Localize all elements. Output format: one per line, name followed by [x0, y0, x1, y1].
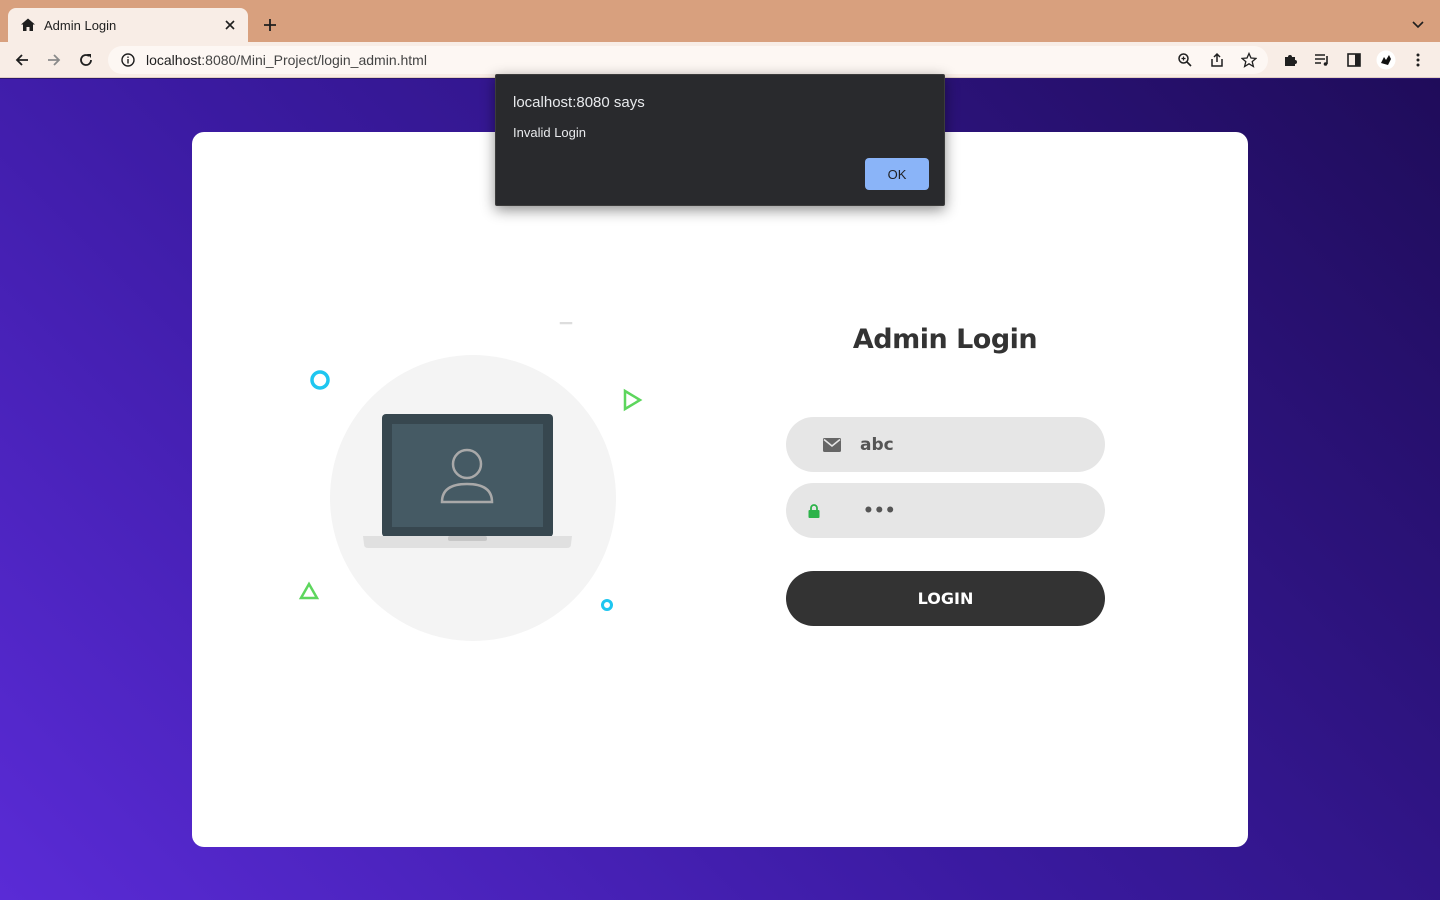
dialog-title: localhost:8080 says [513, 94, 645, 111]
new-tab-icon[interactable] [258, 13, 282, 37]
close-tab-icon[interactable] [222, 17, 238, 33]
ring-decoration [310, 370, 330, 390]
zoom-icon[interactable] [1174, 50, 1196, 70]
chevron-down-icon[interactable] [1406, 13, 1430, 37]
lock-icon [786, 503, 829, 518]
back-icon[interactable] [10, 48, 34, 72]
page-title: Admin Login [852, 324, 1038, 355]
login-card: Admin Login LOGIN [192, 132, 1248, 847]
laptop-illustration [282, 322, 662, 672]
extensions-icon[interactable] [1278, 48, 1302, 72]
triangle-decoration [623, 388, 643, 412]
home-icon [20, 17, 36, 33]
email-input[interactable] [846, 417, 1105, 472]
email-field[interactable] [786, 417, 1105, 472]
square-decoration [559, 322, 573, 325]
tab-title: Admin Login [44, 17, 117, 33]
envelope-icon [786, 437, 846, 452]
menu-icon[interactable] [1406, 48, 1430, 72]
info-icon[interactable] [120, 52, 136, 68]
sidepanel-icon[interactable] [1342, 48, 1366, 72]
password-field[interactable] [786, 483, 1105, 538]
url-host: localhost [146, 52, 202, 68]
small-ring-decoration [601, 599, 613, 611]
password-input[interactable] [829, 483, 1105, 538]
triangle-decoration-2 [298, 581, 320, 600]
dialog-message: Invalid Login [513, 125, 586, 140]
profile-icon[interactable] [1374, 48, 1398, 72]
tab-admin-login[interactable]: Admin Login [8, 8, 248, 42]
ok-button[interactable]: OK [865, 158, 929, 190]
login-button[interactable]: LOGIN [786, 571, 1105, 626]
alert-dialog: localhost:8080 says Invalid Login OK [495, 74, 945, 206]
address-bar[interactable]: localhost:8080/Mini_Project/login_admin.… [108, 46, 1268, 74]
browser-toolbar: localhost:8080/Mini_Project/login_admin.… [0, 42, 1440, 78]
reload-icon[interactable] [74, 48, 98, 72]
tab-strip: Admin Login [0, 0, 1440, 42]
share-icon[interactable] [1206, 50, 1228, 70]
url-path: :8080/Mini_Project/login_admin.html [201, 52, 427, 68]
url-text: localhost:8080/Mini_Project/login_admin.… [146, 52, 427, 68]
media-icon[interactable] [1310, 48, 1334, 72]
forward-icon[interactable] [42, 48, 66, 72]
star-icon[interactable] [1238, 50, 1260, 70]
